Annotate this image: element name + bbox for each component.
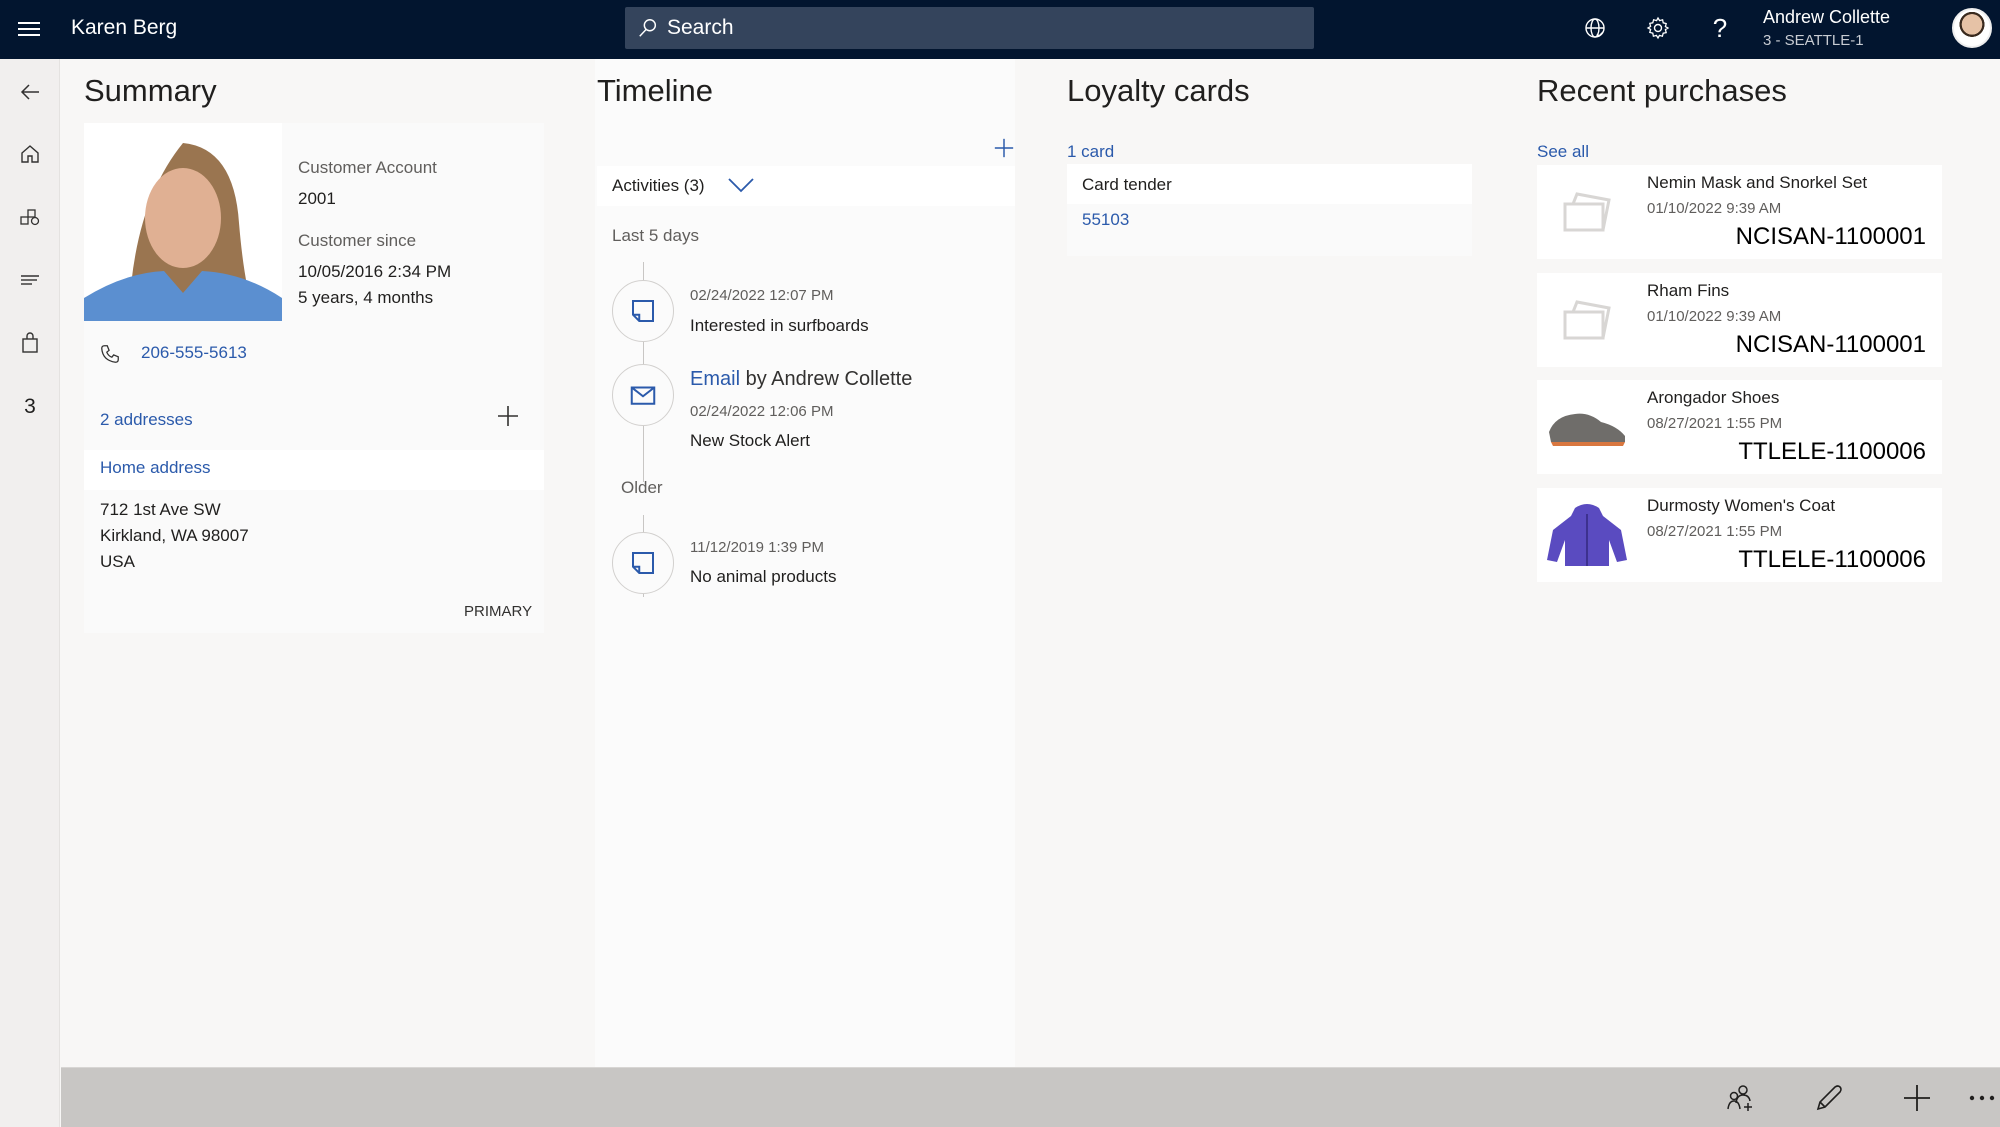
phone-link[interactable]: 206-555-5613 [141,343,247,363]
add-customer-button[interactable] [1724,1082,1756,1114]
address-line2: Kirkland, WA 98007 [100,526,249,545]
purchase-order-id: TTLELE-1100006 [1738,546,1926,573]
purchase-date: 01/10/2022 9:39 AM [1647,308,1782,325]
add-customer-icon [1727,1085,1752,1111]
address-line1: 712 1st Ave SW [100,500,221,519]
nav-cart[interactable] [0,321,60,365]
help-icon[interactable]: ? [1706,13,1734,43]
placeholder-image-icon [1563,192,1611,232]
edit-icon [1816,1085,1842,1111]
loyalty-card-type: Card tender [1082,175,1172,194]
purchase-name: Arongador Shoes [1647,388,1780,407]
top-bar: Karen Berg ? Andrew Collette 3 - SEATTLE… [0,0,2000,59]
nav-transaction-count[interactable]: 3 [0,385,60,429]
primary-badge: PRIMARY [464,603,533,620]
summary-title: Summary [84,73,217,108]
note-icon [632,300,654,322]
activities-filter-label: Activities (3) [612,176,705,195]
gear-icon[interactable] [1644,14,1672,42]
purchase-name: Nemin Mask and Snorkel Set [1647,173,1868,192]
timeline-item-text: No animal products [690,567,837,586]
shoe-image [1549,413,1625,446]
purchases-title: Recent purchases [1537,73,1787,108]
timeline-group-label: Older [621,478,663,497]
coat-image [1547,504,1627,566]
back-button[interactable] [0,70,60,114]
phone-icon [101,345,119,363]
email-icon [630,386,656,405]
address-line3: USA [100,552,135,571]
timeline-item-icon[interactable] [612,532,674,594]
timeline-group-label: Last 5 days [612,226,699,245]
purchase-name: Rham Fins [1647,281,1730,300]
products-icon [20,209,40,226]
chevron-down-icon [728,178,754,193]
timeline-item-icon[interactable] [612,364,674,426]
activities-filter[interactable]: Activities (3) [597,166,1015,206]
edit-button[interactable] [1813,1082,1845,1114]
purchase-item[interactable]: Arongador Shoes 08/27/2021 1:55 PM TTLEL… [1537,380,1942,474]
placeholder-image-icon [1563,300,1611,340]
see-all-link[interactable]: See all [1537,142,1589,162]
timeline-email-header: Email by Andrew Collette [690,368,912,391]
email-link[interactable]: Email [690,368,740,390]
email-author: by Andrew Collette [745,368,913,390]
left-nav: 3 [0,59,60,1127]
timeline-item-date: 02/24/2022 12:07 PM [690,287,834,304]
nav-list[interactable] [0,258,60,302]
back-arrow-icon [20,84,39,100]
purchase-name: Durmosty Women's Coat [1647,496,1836,515]
customer-photo [84,123,282,321]
more-button[interactable] [1966,1082,1998,1114]
purchase-order-id: NCISAN-1100001 [1735,223,1926,250]
add-activity-icon[interactable] [993,137,1015,159]
purchase-item[interactable]: Rham Fins 01/10/2022 9:39 AM NCISAN-1100… [1537,273,1942,367]
add-icon [1904,1085,1930,1111]
search-icon [639,19,657,37]
list-icon [21,275,39,285]
customer-since-date: 10/05/2016 2:34 PM [298,262,452,281]
account-value: 2001 [298,189,336,208]
timeline-item-icon[interactable] [612,280,674,342]
customer-since-label: Customer since [298,231,417,250]
note-icon [632,552,654,574]
address-type[interactable]: Home address [100,458,211,478]
loyalty-card[interactable]: Card tender 55103 [1067,164,1472,256]
purchase-order-id: TTLELE-1100006 [1738,438,1926,465]
timeline-item-text: Interested in surfboards [690,316,869,335]
timeline-item-text: New Stock Alert [690,431,810,450]
nav-home[interactable] [0,132,60,176]
account-label: Customer Account [298,158,437,177]
search-box[interactable] [625,7,1314,49]
search-input[interactable] [667,16,1287,40]
bottom-app-bar [61,1067,2000,1127]
home-icon [21,145,39,163]
purchase-order-id: NCISAN-1100001 [1735,331,1926,358]
loyalty-title: Loyalty cards [1067,73,1250,108]
add-button[interactable] [1901,1082,1933,1114]
nav-products[interactable] [0,195,60,239]
timeline-item-date: 02/24/2022 12:06 PM [690,403,834,420]
avatar[interactable] [1952,8,1992,48]
purchase-item[interactable]: Durmosty Women's Coat 08/27/2021 1:55 PM… [1537,488,1942,582]
user-name[interactable]: Andrew Collette [1763,7,1890,28]
page-title: Karen Berg [71,16,178,39]
purchase-date: 08/27/2021 1:55 PM [1647,523,1783,540]
shopping-bag-icon [22,332,38,353]
customer-since-duration: 5 years, 4 months [298,288,434,307]
purchase-date: 08/27/2021 1:55 PM [1647,415,1783,432]
more-icon [1969,1095,1995,1101]
add-address-icon[interactable] [496,404,520,428]
timeline-title: Timeline [597,73,713,108]
purchase-date: 01/10/2022 9:39 AM [1647,200,1782,217]
loyalty-count-link[interactable]: 1 card [1067,142,1114,162]
menu-icon[interactable] [18,18,40,40]
timeline-item-date: 11/12/2019 1:39 PM [690,539,824,556]
addresses-link[interactable]: 2 addresses [100,410,193,430]
purchase-item[interactable]: Nemin Mask and Snorkel Set 01/10/2022 9:… [1537,165,1942,259]
loyalty-card-number[interactable]: 55103 [1082,210,1129,230]
globe-icon[interactable] [1581,14,1609,42]
transaction-count: 3 [24,395,36,418]
user-store: 3 - SEATTLE-1 [1763,32,1864,49]
